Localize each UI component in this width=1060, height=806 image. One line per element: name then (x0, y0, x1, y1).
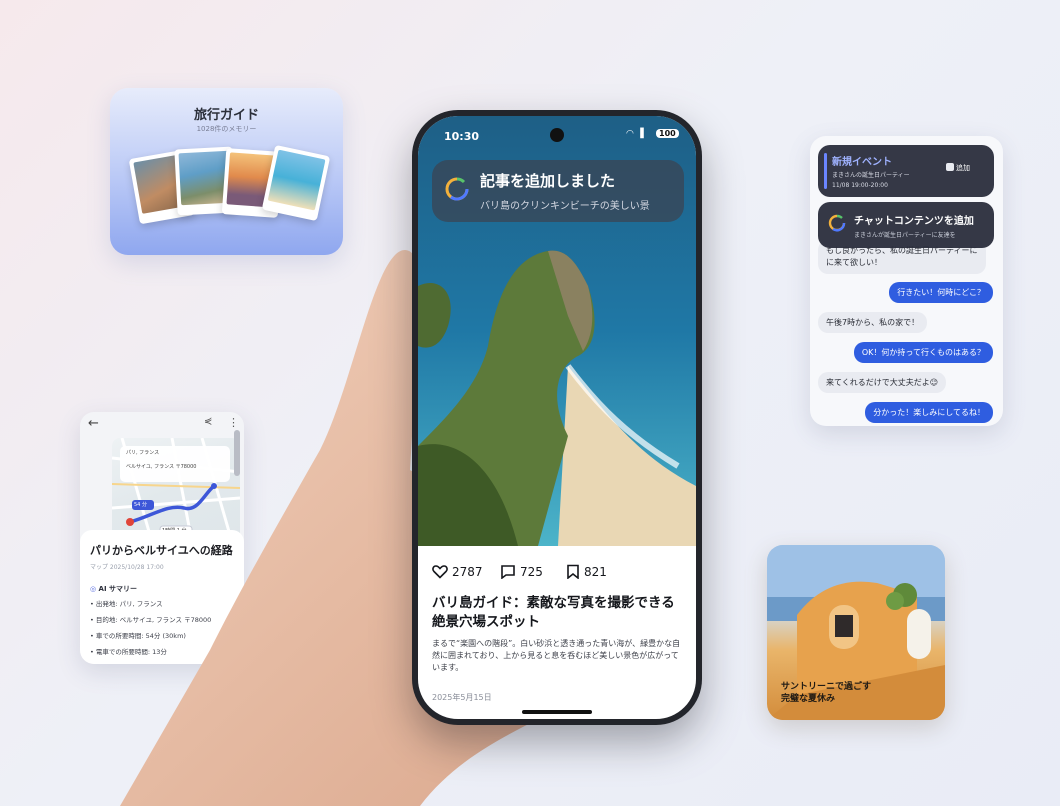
status-time: 10:30 (444, 130, 480, 143)
bookmark-button[interactable]: 821 (566, 564, 607, 580)
travel-guide-subtitle: 1028件のメモリー (196, 125, 257, 133)
post-body: まるで“楽園への階段”。白い砂浜と透き通った青い海が、緑豊かな自然に囲まれており… (432, 639, 681, 672)
event-notification[interactable]: 新規イベント まきさんの誕生日パーティー 11/08 19:00-20:00 追… (818, 145, 994, 197)
like-button[interactable]: 2787 (432, 564, 483, 579)
event-title: 新規イベント (832, 157, 892, 168)
status-bar: 10:30 ◠ ▐ 100 (418, 116, 696, 152)
bookmark-icon (567, 564, 579, 580)
travel-guide-title: 旅行ガイド (193, 108, 259, 123)
notification-title: 記事を追加しました (480, 172, 616, 190)
article-added-notification[interactable]: 記事を追加しました バリ島のクリンキンビーチの美しい景 (432, 160, 684, 222)
chat-message: 午後7時から、私の家で！ (818, 312, 928, 333)
front-camera (550, 128, 564, 142)
heart-icon (432, 565, 448, 579)
ai-spark-icon (828, 214, 846, 232)
wifi-signal-icon: ◠ ▐ (626, 129, 644, 139)
calendar-icon (946, 163, 954, 171)
event-accent-bar (824, 153, 827, 189)
chat-message: 行きたい！何時にどこ？ (889, 282, 993, 303)
post-title: バリ島ガイド：素敵な写真を撮影できる絶景穴場スポット (432, 595, 675, 630)
phone-device: 10:30 ◠ ▐ 100 記事を追加しました バリ島のクリンキンビーチの美しい… (412, 110, 702, 725)
event-time: 11/08 19:00-20:00 (832, 182, 888, 189)
chat-message: 来てくれるだけで大丈夫だよ😉 (818, 372, 947, 393)
event-description: まきさんの誕生日パーティー (832, 172, 910, 179)
post-date: 2025年5月15日 (432, 693, 492, 702)
back-arrow-icon[interactable]: ← (88, 416, 99, 431)
chat-message: OK！何か持って行くものはある？ (853, 342, 993, 363)
phone-screen: 10:30 ◠ ▐ 100 記事を追加しました バリ島のクリンキンビーチの美しい… (418, 116, 696, 719)
home-indicator[interactable] (522, 710, 592, 714)
ai-sparkle-icon: ◎ (90, 585, 97, 593)
chat-notification-subtitle: まきさんが誕生日パーティーに友達を (854, 232, 956, 239)
chat-message: 分かった！楽しみにしてるね！ (865, 402, 993, 423)
notification-subtitle: バリ島のクリンキンビーチの美しい景 (480, 201, 650, 212)
battery-icon: 100 (656, 129, 679, 138)
add-event-button[interactable]: 追加 (946, 163, 970, 173)
comment-button[interactable]: 725 (500, 564, 543, 580)
comment-icon (501, 565, 515, 580)
chat-content-notification[interactable]: チャットコンテンツを追加 まきさんが誕生日パーティーに友達を (818, 202, 994, 248)
ai-spark-icon (445, 177, 469, 201)
polaroid-photo-4 (261, 144, 331, 222)
chat-notification-title: チャットコンテンツを追加 (854, 216, 974, 227)
